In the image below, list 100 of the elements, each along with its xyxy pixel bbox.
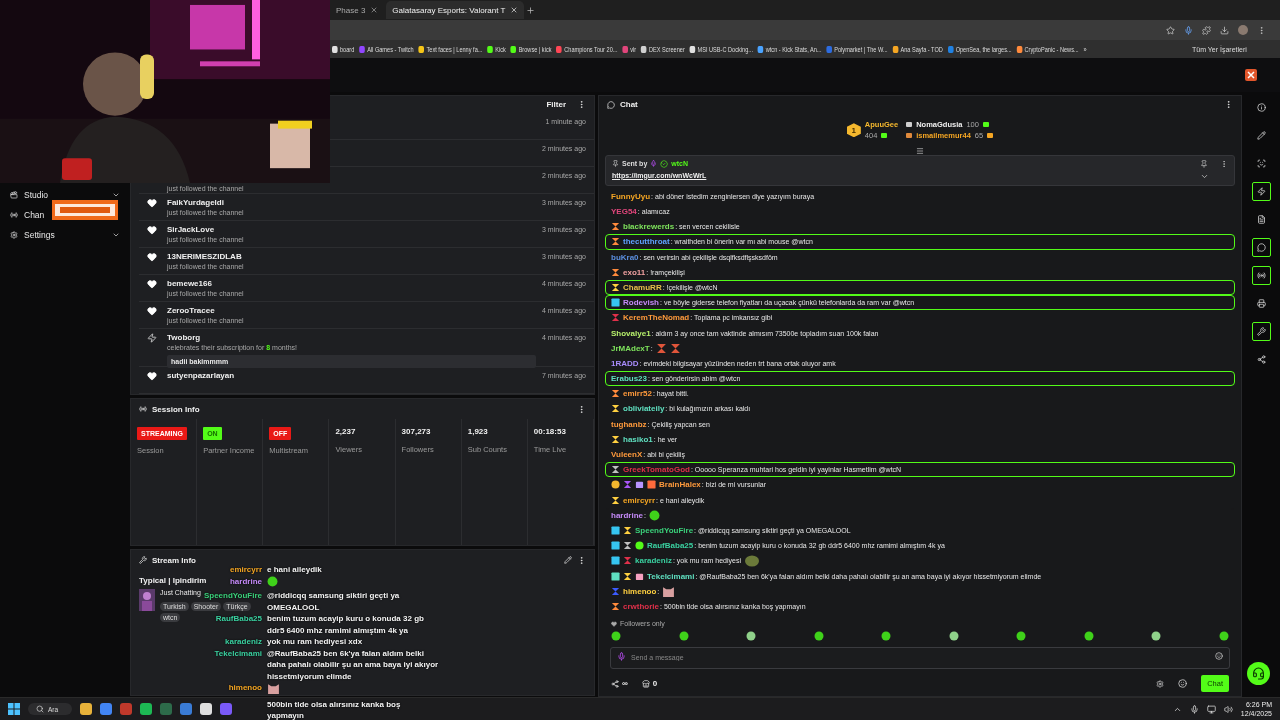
sidebar-item[interactable]: Settings (0, 227, 130, 243)
chat-button[interactable] (1251, 238, 1271, 257)
settings-icon[interactable] (1156, 679, 1165, 688)
emote-icon (267, 575, 278, 587)
username: SpeendYouFire (203, 590, 262, 602)
points-icon[interactable] (611, 679, 619, 688)
app-icon[interactable] (80, 703, 93, 715)
edit-icon[interactable] (564, 556, 572, 564)
username[interactable]: 1RADD (611, 358, 639, 368)
wrench-button[interactable] (1251, 322, 1271, 341)
username: SirJackLove (167, 225, 216, 236)
close-icon[interactable] (370, 6, 379, 14)
lightning-button[interactable] (1251, 182, 1271, 201)
username[interactable]: hasiko1 (623, 434, 653, 444)
username[interactable]: tughanbz (611, 419, 647, 429)
username[interactable]: buKra0 (611, 252, 639, 262)
username: Tekelcimami (214, 647, 262, 659)
filter-button[interactable]: Filter (540, 100, 572, 110)
username[interactable]: GreekTomatoGod (623, 465, 690, 475)
username[interactable]: Erabus23 (611, 374, 648, 384)
microphone-icon[interactable] (1189, 704, 1199, 714)
message-text: 500bin tlde olsa alırsınız kanka boş yapmayın (267, 698, 402, 720)
emote-icon[interactable] (1218, 631, 1229, 641)
panel-title: Chat (620, 100, 638, 110)
more-icon[interactable] (1224, 100, 1233, 110)
username[interactable]: VuleenX (611, 450, 643, 460)
username[interactable]: Rodevish (623, 298, 659, 308)
emote-icon[interactable] (611, 631, 621, 641)
username[interactable]: exo11 (623, 267, 646, 277)
username[interactable]: himenoo (623, 586, 657, 596)
microphone-icon[interactable] (1184, 25, 1193, 35)
app-icon[interactable] (200, 703, 213, 715)
more-icon[interactable] (577, 555, 586, 565)
sidebar-item[interactable]: Chan (0, 207, 55, 223)
menu-icon[interactable] (1257, 25, 1266, 35)
browser-tab[interactable]: Galatasaray Esports: Valorant T (386, 1, 525, 19)
username[interactable]: SpeendYouFire (635, 525, 694, 535)
username[interactable]: crwthorie (623, 601, 659, 611)
username[interactable]: JrMAdexT (611, 343, 650, 353)
download-icon[interactable] (1220, 25, 1229, 35)
app-icon[interactable] (140, 703, 153, 715)
username: hardrine (230, 575, 262, 587)
new-tab-icon[interactable] (526, 5, 536, 15)
browser-tab[interactable]: Phase 3 (330, 1, 385, 19)
username[interactable]: blackrewerds (623, 222, 675, 232)
profile-avatar[interactable] (1238, 25, 1248, 35)
username[interactable]: RaufBaba25 (647, 541, 694, 551)
emote-icon[interactable] (746, 631, 757, 641)
username[interactable]: emircyrr (623, 495, 656, 505)
username[interactable]: obliviateily (623, 404, 665, 414)
star-icon[interactable] (1166, 25, 1175, 35)
windows-icon[interactable] (8, 703, 20, 715)
heart-icon (147, 225, 157, 236)
store-icon[interactable] (641, 679, 650, 688)
username[interactable]: BrainHalex (659, 480, 701, 490)
emote-icon[interactable] (1083, 631, 1094, 641)
message-text: yok mu ram hediyesi xdx (267, 636, 363, 648)
username[interactable]: YEG54 (611, 207, 637, 217)
chat-icon (607, 100, 615, 109)
panel-title: Session Info (152, 404, 200, 414)
heart-icon (147, 252, 157, 263)
wrench-icon (139, 556, 147, 564)
volume-icon[interactable] (1223, 704, 1233, 714)
stat-value: 307,273 (401, 427, 432, 438)
chat-icon (1256, 243, 1266, 252)
close-icon[interactable] (510, 6, 519, 14)
username[interactable]: hardrine (611, 510, 643, 520)
username[interactable]: Shovalye1 (611, 328, 651, 338)
username[interactable]: emirr52 (623, 389, 652, 399)
more-icon[interactable] (1220, 159, 1228, 168)
extension-icon[interactable] (1202, 25, 1211, 35)
username[interactable]: KeremTheNomad (623, 313, 690, 323)
more-icon[interactable] (577, 404, 586, 414)
emote-icon[interactable] (1151, 631, 1162, 641)
broadcast-button[interactable] (1251, 266, 1271, 285)
support-button[interactable] (1247, 662, 1270, 685)
stream-title: Typical | Ipindirim (139, 576, 207, 585)
emote-icon (669, 342, 681, 354)
username[interactable]: Tekelcimami (647, 571, 695, 581)
logo-icon[interactable] (1245, 69, 1257, 81)
emote-icon[interactable] (678, 631, 689, 641)
emote-icon[interactable] (948, 631, 959, 641)
emote-icon[interactable] (881, 631, 892, 641)
sidebar-item[interactable]: Studio (0, 187, 130, 203)
emote-icon[interactable] (1016, 631, 1027, 641)
scan-icon (1256, 159, 1266, 168)
emote-picker-icon[interactable] (1178, 679, 1188, 688)
drag-handle-icon[interactable] (916, 146, 924, 155)
emoji-icon[interactable] (1215, 652, 1223, 660)
username[interactable]: FunnyUyu (611, 191, 651, 201)
username[interactable]: karadeniz (635, 556, 672, 566)
username[interactable]: ChamuRR (623, 282, 662, 292)
network-icon[interactable] (1206, 704, 1216, 714)
more-icon[interactable] (577, 100, 586, 110)
username[interactable]: thecutthroat (623, 237, 670, 247)
pin-icon[interactable] (1200, 159, 1208, 168)
microphone-icon[interactable] (617, 652, 626, 661)
username: ZerooTracee (167, 306, 216, 317)
emote-icon[interactable] (813, 631, 824, 641)
share-icon (1256, 355, 1266, 364)
